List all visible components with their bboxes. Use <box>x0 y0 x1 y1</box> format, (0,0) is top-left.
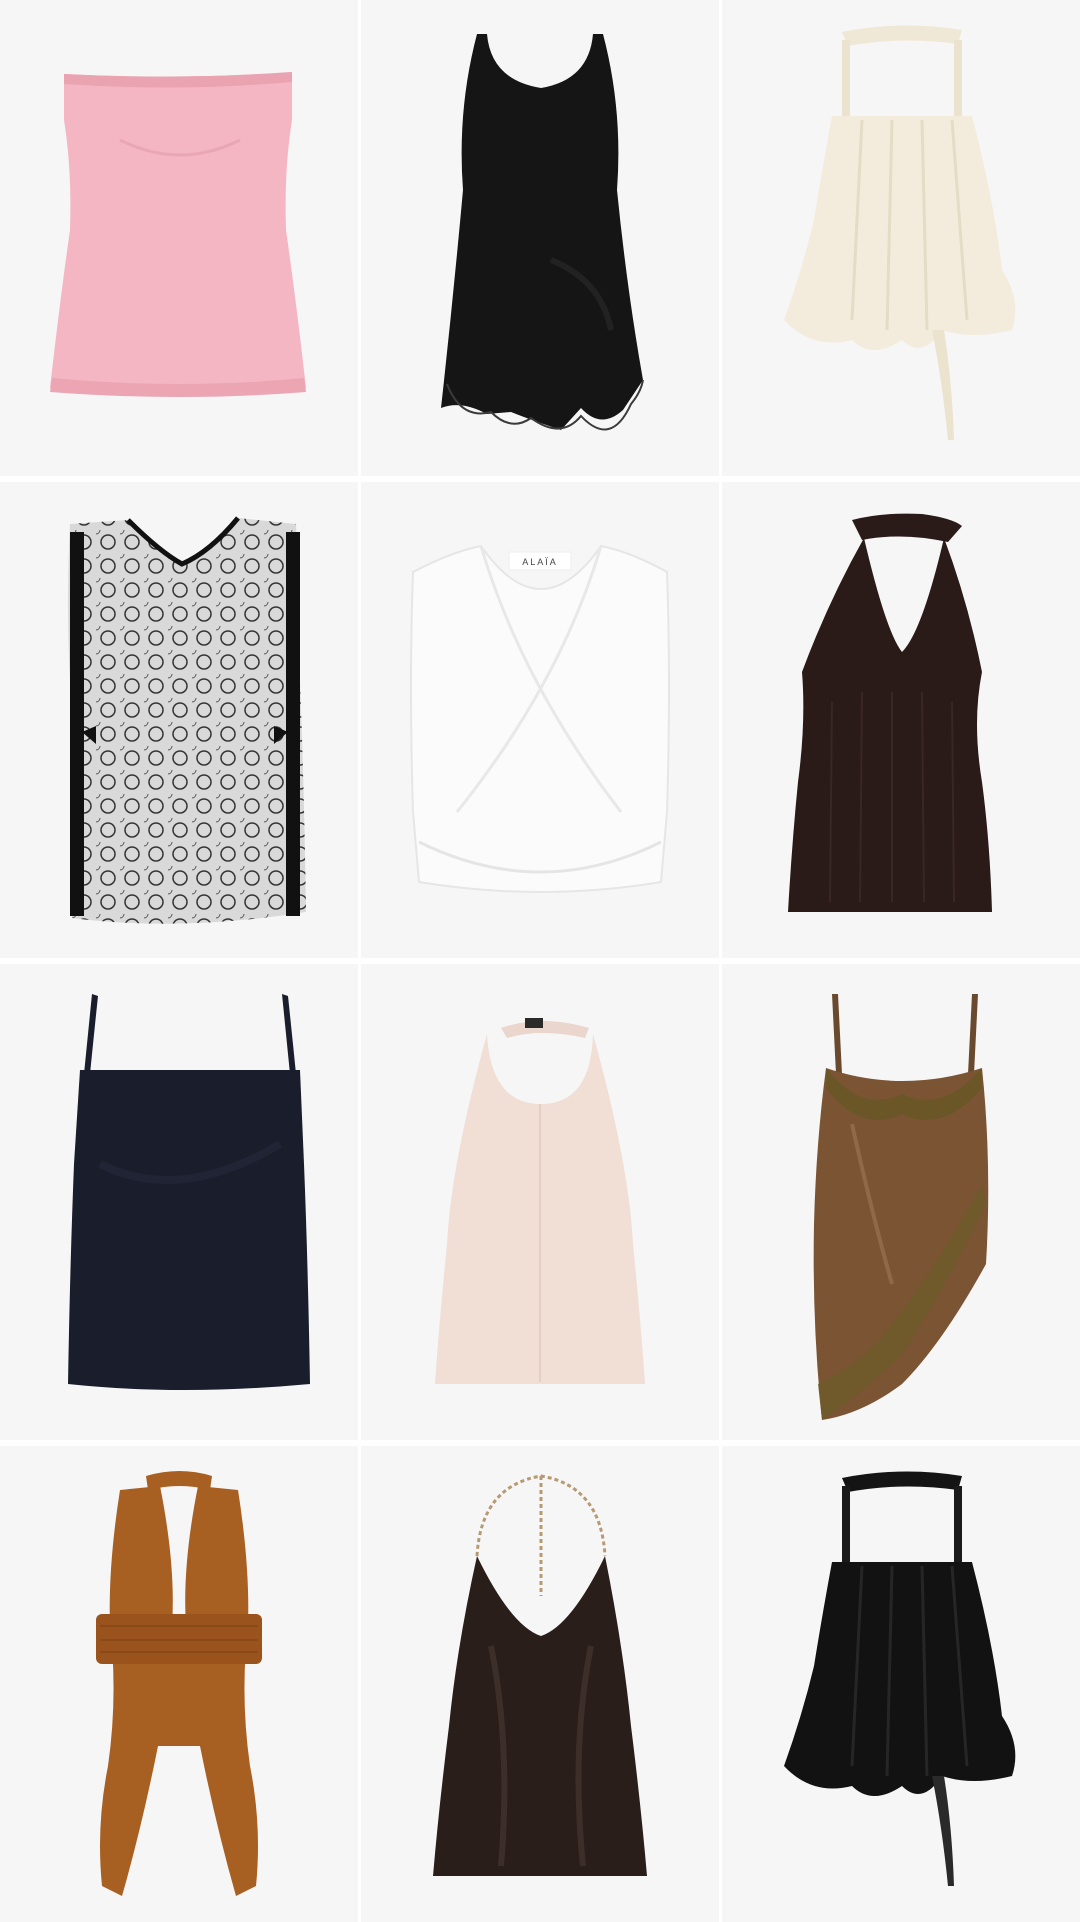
product-image <box>813 994 989 1420</box>
product-image: ALAÏA <box>410 544 670 893</box>
product-tile-cami-top[interactable] <box>0 964 358 1440</box>
product-tile-scarf-neck-ruffle-top-black[interactable] <box>722 1446 1080 1922</box>
product-image <box>788 513 992 912</box>
brand-label: ALAÏA <box>522 557 558 567</box>
product-tile-wrap-halter-scarf-top[interactable] <box>0 1446 358 1922</box>
product-tile-lace-hem-tank[interactable] <box>361 0 719 476</box>
product-tile-chain-halter-satin-top[interactable] <box>361 1446 719 1922</box>
product-tile-lace-vest-top[interactable] <box>0 482 358 958</box>
product-tile-scarf-neck-ruffle-top[interactable] <box>722 0 1080 476</box>
product-tile-ribbed-halter-top[interactable] <box>722 482 1080 958</box>
product-image <box>68 516 306 924</box>
product-image <box>784 1471 1016 1886</box>
product-image <box>441 34 644 431</box>
product-image <box>435 1018 645 1384</box>
product-image <box>68 994 310 1390</box>
product-tile-strapless-knit-top[interactable] <box>0 0 358 476</box>
product-tile-satin-lace-cami[interactable] <box>722 964 1080 1440</box>
product-image <box>433 1474 647 1876</box>
product-image <box>784 25 1016 440</box>
product-grid: ALAÏA <box>0 0 1080 1922</box>
product-tile-halter-buckle-top[interactable] <box>361 964 719 1440</box>
product-image <box>96 1471 262 1896</box>
product-image <box>50 72 306 397</box>
product-tile-wrap-crop-top[interactable]: ALAÏA <box>361 482 719 958</box>
